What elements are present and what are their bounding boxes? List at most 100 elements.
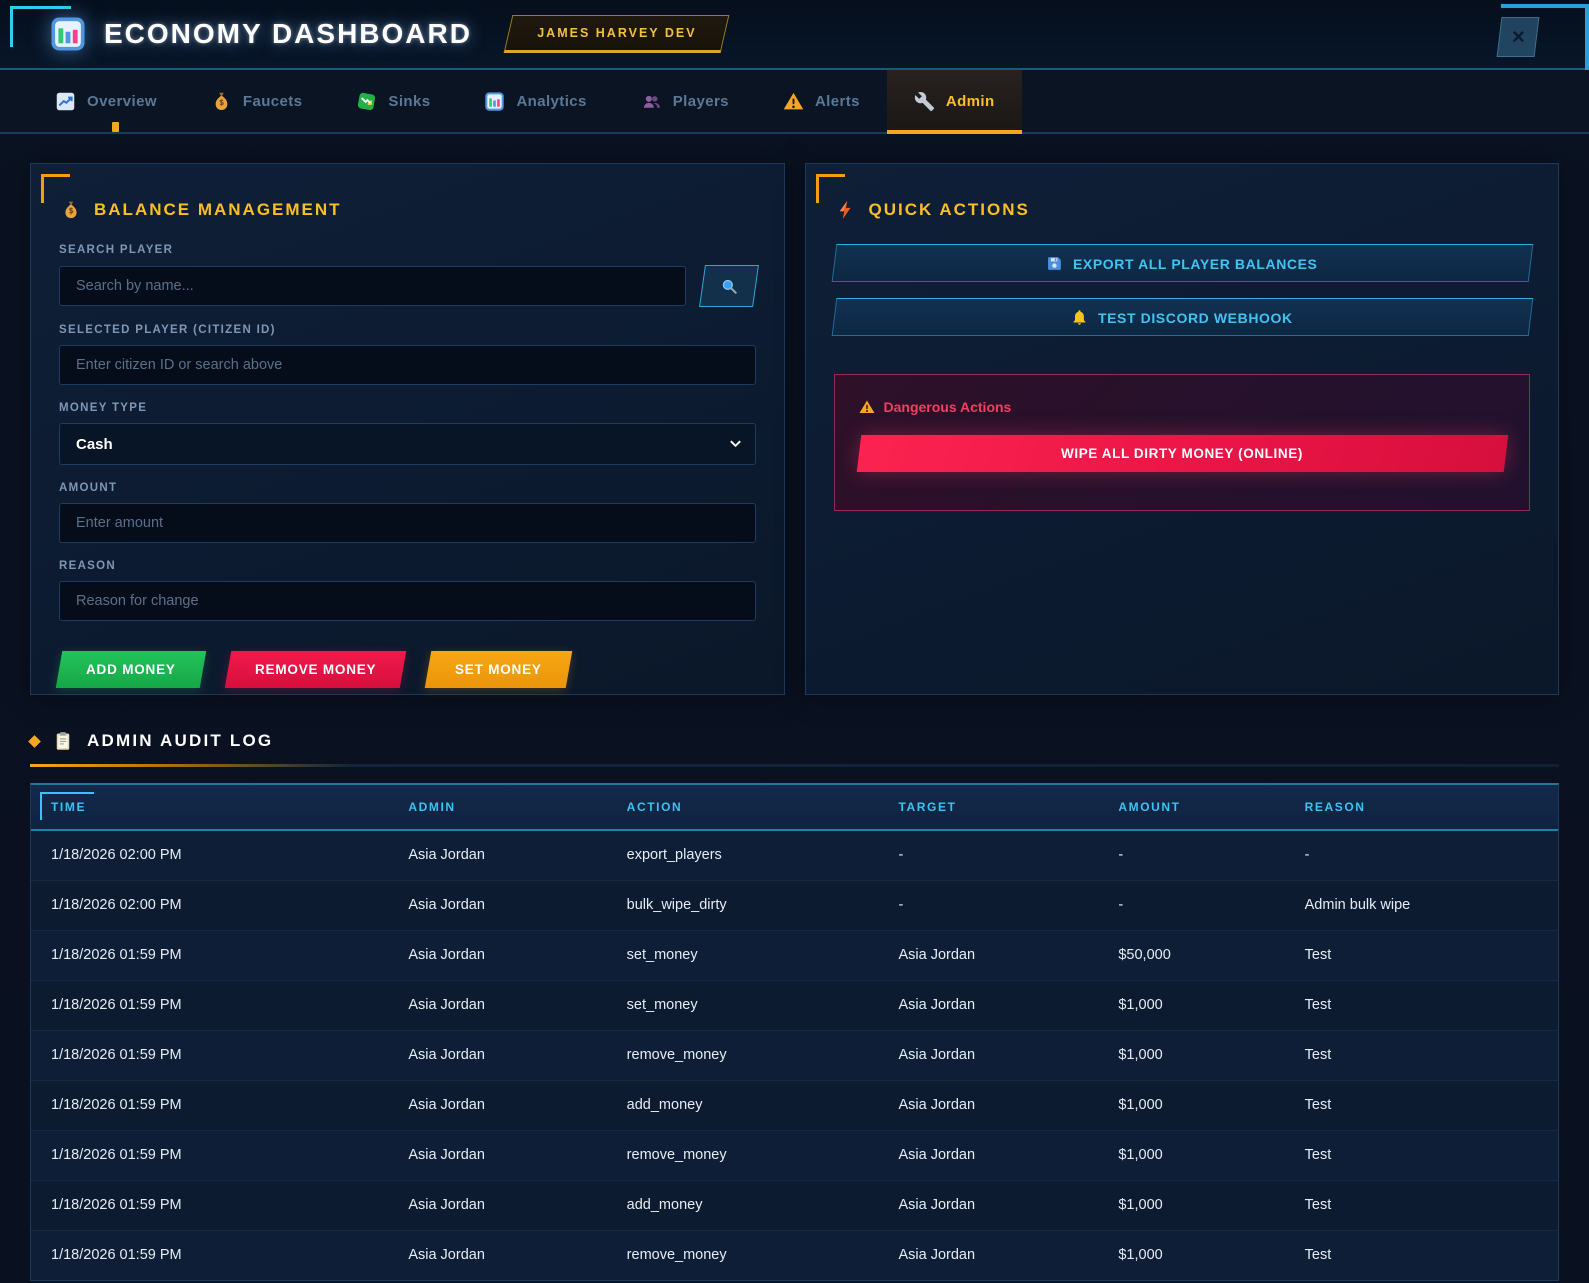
table-row: 1/18/2026 01:59 PMAsia Jordanremove_mone… (31, 1130, 1558, 1180)
add-money-button[interactable]: ADD MONEY (56, 651, 206, 688)
table-row: 1/18/2026 01:59 PMAsia Jordanremove_mone… (31, 1030, 1558, 1080)
table-row: 1/18/2026 01:59 PMAsia Jordanadd_moneyAs… (31, 1180, 1558, 1230)
audit-underline (30, 764, 1559, 767)
tab-label: Faucets (243, 93, 303, 110)
column-header-amount: AMOUNT (1098, 785, 1284, 830)
reason-label: REASON (59, 560, 756, 572)
balance-management-panel: BALANCE MANAGEMENT SEARCH PLAYER SELECTE… (30, 163, 785, 695)
amount-input[interactable] (59, 503, 756, 543)
tab-label: Analytics (516, 93, 586, 110)
cell-amount: $1,000 (1098, 1030, 1284, 1080)
warning-icon (859, 399, 875, 415)
test-webhook-label: TEST DISCORD WEBHOOK (1098, 309, 1293, 325)
cell-amount: $1,000 (1098, 1180, 1284, 1230)
table-body: 1/18/2026 02:00 PMAsia Jordanexport_play… (31, 830, 1558, 1280)
cell-target: Asia Jordan (878, 980, 1098, 1030)
cell-time: 1/18/2026 01:59 PM (31, 930, 388, 980)
table-row: 1/18/2026 01:59 PMAsia Jordanadd_moneyAs… (31, 1080, 1558, 1130)
cell-time: 1/18/2026 01:59 PM (31, 1180, 388, 1230)
cell-admin: Asia Jordan (388, 1230, 606, 1280)
cell-action: bulk_wipe_dirty (607, 880, 879, 930)
cell-time: 1/18/2026 01:59 PM (31, 1230, 388, 1280)
cell-target: - (878, 830, 1098, 880)
close-icon: × (1512, 24, 1525, 50)
cell-reason: Test (1285, 930, 1558, 980)
cell-target: - (878, 880, 1098, 930)
column-header-target: TARGET (878, 785, 1098, 830)
export-balances-button[interactable]: EXPORT ALL PLAYER BALANCES (831, 244, 1532, 282)
search-player-input[interactable] (59, 266, 686, 306)
test-webhook-button[interactable]: TEST DISCORD WEBHOOK (831, 298, 1532, 336)
remove-money-button[interactable]: REMOVE MONEY (224, 651, 406, 688)
cell-admin: Asia Jordan (388, 830, 606, 880)
close-button[interactable]: × (1497, 17, 1540, 57)
cell-action: set_money (607, 930, 879, 980)
nav-tabs: Overview Faucets Sinks Analytics Players Aler… (0, 70, 1589, 134)
tab-overview[interactable]: Overview (28, 70, 184, 132)
chart-up-icon (55, 91, 76, 112)
cell-admin: Asia Jordan (388, 880, 606, 930)
cell-reason: Test (1285, 1230, 1558, 1280)
cell-reason: Test (1285, 1180, 1558, 1230)
cell-action: add_money (607, 1180, 879, 1230)
money-type-select[interactable]: Cash (59, 423, 756, 465)
chart-down-icon (356, 91, 377, 112)
money-type-label: MONEY TYPE (59, 402, 756, 414)
cell-action: export_players (607, 830, 879, 880)
tab-label: Alerts (815, 93, 860, 110)
cell-amount: $1,000 (1098, 1080, 1284, 1130)
cell-amount: $50,000 (1098, 930, 1284, 980)
cell-time: 1/18/2026 01:59 PM (31, 1130, 388, 1180)
cell-action: remove_money (607, 1230, 879, 1280)
wipe-dirty-money-button[interactable]: WIPE ALL DIRTY MONEY (ONLINE) (856, 435, 1507, 472)
money-bag-icon (211, 91, 232, 112)
warning-icon (783, 91, 804, 112)
search-button[interactable] (699, 265, 759, 307)
cell-time: 1/18/2026 01:59 PM (31, 980, 388, 1030)
cell-amount: $1,000 (1098, 1130, 1284, 1180)
tab-label: Overview (87, 93, 157, 110)
audit-log-table: TIMEADMINACTIONTARGETAMOUNTREASON 1/18/2… (30, 783, 1559, 1281)
table-row: 1/18/2026 01:59 PMAsia Jordanset_moneyAs… (31, 980, 1558, 1030)
selected-player-label: SELECTED PLAYER (CITIZEN ID) (59, 324, 756, 336)
save-icon (1046, 255, 1063, 272)
tab-analytics[interactable]: Analytics (457, 70, 613, 132)
search-icon (719, 277, 738, 296)
wrench-icon (914, 91, 935, 112)
cell-reason: Test (1285, 1030, 1558, 1080)
amount-label: AMOUNT (59, 482, 756, 494)
tab-players[interactable]: Players (614, 70, 756, 132)
players-icon (641, 91, 662, 112)
column-header-admin: ADMIN (388, 785, 606, 830)
dev-badge: JAMES HARVEY DEV (504, 15, 730, 53)
cell-amount: - (1098, 880, 1284, 930)
cell-reason: Test (1285, 980, 1558, 1030)
reason-input[interactable] (59, 581, 756, 621)
tab-faucets[interactable]: Faucets (184, 70, 330, 132)
tab-admin[interactable]: Admin (887, 70, 1022, 132)
table-row: 1/18/2026 01:59 PMAsia Jordanremove_mone… (31, 1230, 1558, 1280)
tab-sinks[interactable]: Sinks (329, 70, 457, 132)
set-money-button[interactable]: SET MONEY (425, 651, 572, 688)
column-header-time: TIME (31, 785, 388, 830)
cell-amount: - (1098, 830, 1284, 880)
cell-admin: Asia Jordan (388, 1080, 606, 1130)
dangerous-actions-zone: Dangerous Actions WIPE ALL DIRTY MONEY (… (834, 374, 1531, 511)
cell-target: Asia Jordan (878, 1080, 1098, 1130)
title-bar: ECONOMY DASHBOARD JAMES HARVEY DEV × (0, 0, 1589, 70)
clipboard-icon (53, 731, 73, 751)
lightning-icon (836, 200, 856, 220)
cell-time: 1/18/2026 01:59 PM (31, 1080, 388, 1130)
bell-icon (1071, 309, 1088, 326)
cell-action: remove_money (607, 1030, 879, 1080)
table-row: 1/18/2026 02:00 PMAsia Jordanbulk_wipe_d… (31, 880, 1558, 930)
tab-label: Admin (946, 93, 995, 110)
cell-action: set_money (607, 980, 879, 1030)
tab-alerts[interactable]: Alerts (756, 70, 887, 132)
cell-reason: Test (1285, 1130, 1558, 1180)
tab-label: Sinks (388, 93, 430, 110)
cell-admin: Asia Jordan (388, 1030, 606, 1080)
citizen-id-input[interactable] (59, 345, 756, 385)
cell-admin: Asia Jordan (388, 1130, 606, 1180)
cell-target: Asia Jordan (878, 1180, 1098, 1230)
